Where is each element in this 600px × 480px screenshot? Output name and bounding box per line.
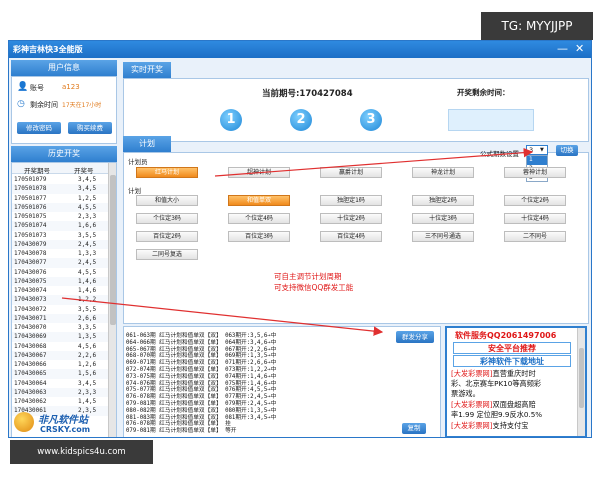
annotation-arrows bbox=[61, 147, 534, 336]
arrow-to-formula bbox=[214, 147, 534, 177]
logo-mark-icon bbox=[14, 412, 34, 432]
logo-text-cn: 非凡软件站 bbox=[38, 415, 88, 426]
site-logo: 非凡软件站 CRSKY.com bbox=[14, 410, 100, 436]
arrow-to-share bbox=[61, 297, 384, 336]
logo-text-en: CRSKY.com bbox=[40, 425, 91, 434]
watermark-url-badge: www.kidspics4u.com bbox=[10, 440, 153, 464]
